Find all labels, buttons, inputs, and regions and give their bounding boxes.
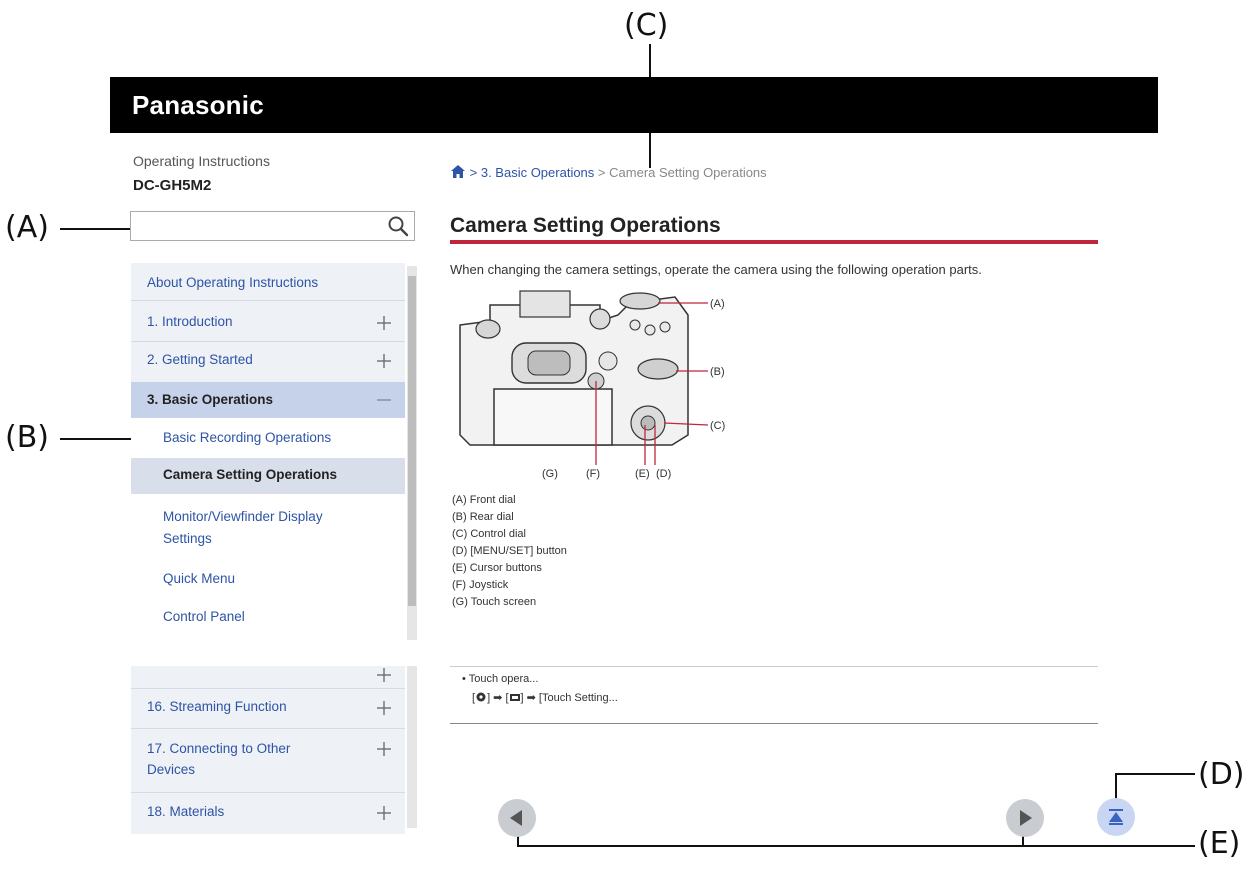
site-header: Panasonic: [110, 77, 1158, 133]
breadcrumb-link-basic-operations[interactable]: 3. Basic Operations: [481, 165, 594, 180]
intro-text: When changing the camera settings, opera…: [450, 262, 982, 277]
sidebar-item-label: 18. Materials: [147, 804, 225, 819]
callout-label-c: (C): [624, 8, 669, 43]
arrow-right-icon: [1020, 810, 1032, 826]
sidebar-item-label: 1. Introduction: [147, 314, 233, 329]
fig-label-b: (B): [710, 366, 725, 378]
callout-line-d-h: [1115, 773, 1195, 775]
plus-icon[interactable]: [375, 740, 393, 758]
submenu-item-camera-setting[interactable]: Camera Setting Operations: [131, 458, 405, 494]
fig-label-a: (A): [710, 298, 725, 310]
arrow-left-icon: [510, 810, 522, 826]
breadcrumb: > 3. Basic Operations > Camera Setting O…: [450, 164, 767, 180]
sidebar-item-introduction[interactable]: 1. Introduction: [131, 314, 405, 340]
search-input[interactable]: [137, 216, 381, 238]
divider: [131, 300, 405, 301]
callout-label-e: (E): [1198, 826, 1241, 861]
divider: [131, 341, 405, 342]
sidebar-item-label: About Operating Instructions: [147, 275, 319, 290]
fig-label-c: (C): [710, 420, 725, 432]
fig-label-g: (G): [542, 468, 558, 480]
sidebar-item-label: 16. Streaming Function: [147, 699, 287, 714]
note-path-tail: ] ➡ [Touch Setting...: [520, 692, 618, 704]
fig-label-f: (F): [586, 468, 600, 480]
sidebar-nav-bottom: 16. Streaming Function 17. Connecting to…: [131, 666, 405, 834]
sidebar-item-label: 3. Basic Operations: [147, 392, 274, 407]
model-name: DC-GH5M2: [133, 177, 212, 194]
doc-type-label: Operating Instructions: [133, 153, 270, 169]
note-path-arrow: ] ➡ [: [487, 692, 509, 704]
callout-line-e-h: [517, 845, 1195, 847]
sidebar-nav: About Operating Instructions 1. Introduc…: [131, 263, 405, 640]
torn-gap: [120, 640, 425, 666]
scrollbar-thumb[interactable]: [408, 276, 416, 606]
sidebar-item-label: 17. Connecting to Other Devices: [147, 741, 291, 777]
submenu-item-quick-menu[interactable]: Quick Menu: [163, 568, 235, 590]
panasonic-logo[interactable]: Panasonic: [132, 90, 264, 121]
search-box: [130, 211, 415, 241]
figure-legend: (A) Front dial (B) Rear dial (C) Control…: [452, 492, 567, 611]
home-icon[interactable]: [450, 164, 466, 179]
back-to-top-button[interactable]: [1097, 798, 1135, 836]
breadcrumb-separator: >: [469, 165, 478, 180]
divider: [131, 792, 405, 793]
submenu-item-label: Camera Setting Operations: [163, 467, 338, 482]
legend-item: (G) Touch screen: [452, 596, 537, 608]
legend-item: (A) Front dial: [452, 494, 516, 506]
minus-icon[interactable]: [375, 391, 393, 409]
plus-icon[interactable]: [375, 352, 393, 370]
submenu-item-monitor-viewfinder[interactable]: Monitor/Viewfinder Display Settings: [163, 506, 353, 550]
submenu-item-control-panel[interactable]: Control Panel: [163, 606, 245, 628]
sidebar-item-streaming[interactable]: 16. Streaming Function: [131, 699, 405, 723]
legend-item: (B) Rear dial: [452, 511, 514, 523]
search-icon[interactable]: [386, 214, 410, 238]
fig-label-d: (D): [656, 468, 671, 480]
divider: [131, 728, 405, 729]
fig-label-e: (E): [635, 468, 650, 480]
plus-icon[interactable]: [375, 699, 393, 717]
breadcrumb-current: Camera Setting Operations: [609, 165, 767, 180]
title-underline: [450, 240, 1098, 244]
sidebar-item-getting-started[interactable]: 2. Getting Started: [131, 352, 405, 378]
legend-item: (F) Joystick: [452, 579, 509, 591]
submenu: Basic Recording Operations Camera Settin…: [131, 418, 405, 640]
plus-icon[interactable]: [375, 804, 393, 822]
next-page-button[interactable]: [1006, 799, 1044, 837]
callout-label-a: (A): [5, 210, 49, 245]
plus-icon[interactable]: [375, 666, 393, 684]
sidebar-item-label: 2. Getting Started: [147, 352, 253, 367]
sidebar-item-materials[interactable]: 18. Materials: [131, 804, 405, 828]
legend-item: (E) Cursor buttons: [452, 562, 542, 574]
callout-label-d: (D): [1198, 757, 1245, 792]
breadcrumb-separator: >: [597, 165, 606, 180]
callout-label-b: (B): [5, 420, 49, 455]
plus-icon[interactable]: [375, 314, 393, 332]
page-title: Camera Setting Operations: [450, 214, 721, 237]
divider: [131, 688, 405, 689]
legend-item: (C) Control dial: [452, 528, 526, 540]
note-box: • Touch opera... [] ➡ [] ➡ [Touch Settin…: [450, 666, 1098, 724]
note-text: • Touch opera...: [462, 673, 539, 685]
note-path: [] ➡ [] ➡ [Touch Setting...: [472, 691, 618, 704]
sidebar-item-connecting[interactable]: 17. Connecting to Other Devices: [131, 738, 405, 786]
gear-icon: [476, 692, 486, 702]
legend-item: (D) [MENU/SET] button: [452, 545, 567, 557]
callout-line-d-v: [1115, 773, 1117, 799]
camera-illustration: (A) (B) (C) (G) (F) (E) (D): [459, 290, 725, 480]
sidebar-scrollbar[interactable]: [407, 266, 417, 828]
previous-page-button[interactable]: [498, 799, 536, 837]
callout-line-a: [60, 228, 138, 230]
to-top-icon: [1109, 809, 1123, 825]
sidebar-item-basic-operations[interactable]: 3. Basic Operations: [131, 382, 405, 418]
custom-icon: [509, 694, 520, 701]
submenu-item-basic-recording[interactable]: Basic Recording Operations: [163, 427, 331, 449]
